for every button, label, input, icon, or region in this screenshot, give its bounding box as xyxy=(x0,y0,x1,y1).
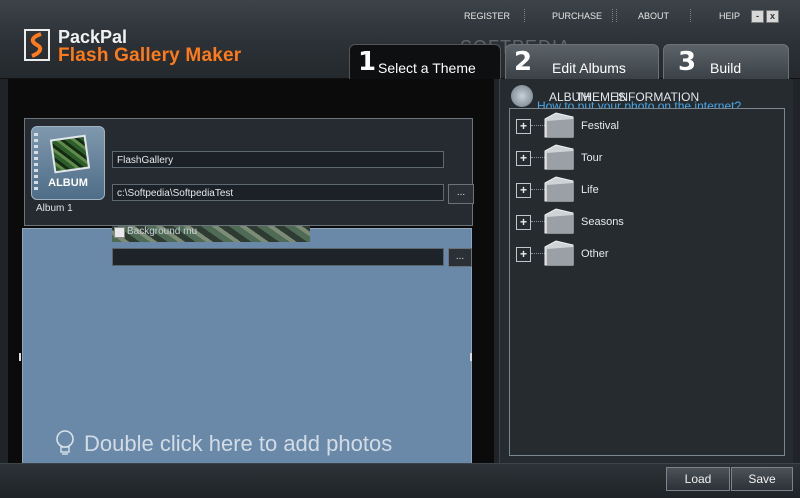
menu-separator xyxy=(524,9,527,22)
menu-separator xyxy=(612,9,615,22)
menu-separator xyxy=(690,9,693,22)
album-cover[interactable]: ALBUM xyxy=(31,126,105,200)
music-browse-button[interactable]: ... xyxy=(448,248,472,267)
step-number: 2 xyxy=(514,47,533,77)
tab-label: Select a Theme xyxy=(378,60,476,76)
resize-handle-left[interactable] xyxy=(19,353,21,361)
tab-select-theme[interactable]: 1 Select a Theme xyxy=(349,44,501,79)
tab-build[interactable]: 3 Build xyxy=(663,44,789,79)
background-music-label: Background mu xyxy=(127,226,198,237)
packpal-logo-icon xyxy=(24,29,50,61)
folder-icon xyxy=(544,240,574,266)
info-icon xyxy=(511,85,533,107)
tree-connector xyxy=(531,125,545,126)
album-name: Album 1 xyxy=(36,203,73,214)
tree-connector xyxy=(531,253,545,254)
close-button[interactable]: x xyxy=(766,10,779,23)
theme-life[interactable]: + Life xyxy=(516,175,756,203)
expand-icon[interactable]: + xyxy=(516,119,531,134)
lightbulb-icon xyxy=(56,430,74,455)
help-link[interactable]: HEIP xyxy=(719,11,740,21)
theme-label: Festival xyxy=(581,120,619,132)
tab-label: Edit Albums xyxy=(552,60,626,76)
theme-label: Seasons xyxy=(581,216,624,228)
expand-icon[interactable]: + xyxy=(516,215,531,230)
expand-icon[interactable]: + xyxy=(516,151,531,166)
gallery-name-input[interactable]: FlashGallery xyxy=(112,151,444,168)
register-link[interactable]: REGISTER xyxy=(464,11,510,21)
theme-festival[interactable]: + Festival xyxy=(516,111,756,139)
tree-connector xyxy=(531,221,545,222)
about-link[interactable]: ABOUT xyxy=(638,11,669,21)
album-tile-label: ALBUM xyxy=(48,177,88,189)
output-path-input[interactable]: c:\Softpedia\SoftpediaTest xyxy=(112,184,444,201)
theme-label: Other xyxy=(581,248,609,260)
folder-icon xyxy=(544,176,574,202)
theme-tour[interactable]: + Tour xyxy=(516,143,756,171)
background-music-input[interactable] xyxy=(112,248,444,266)
theme-seasons[interactable]: + Seasons xyxy=(516,207,756,235)
purchase-link[interactable]: PURCHASE xyxy=(552,11,602,21)
resize-handle-right[interactable] xyxy=(470,353,472,361)
add-photos-hint: Double click here to add photos xyxy=(84,431,393,456)
theme-label: Tour xyxy=(581,152,603,164)
save-button[interactable]: Save xyxy=(731,467,793,491)
expand-icon[interactable]: + xyxy=(516,247,531,262)
folder-icon xyxy=(544,112,574,138)
folder-icon xyxy=(544,144,574,170)
product-name: Flash Gallery Maker xyxy=(58,45,242,66)
album-thumbnail xyxy=(49,134,91,174)
minimize-button[interactable]: - xyxy=(751,10,764,23)
app-window: PackPal Flash Gallery Maker SOFTPEDIA RE… xyxy=(0,0,800,498)
theme-other[interactable]: + Other xyxy=(516,239,756,267)
tree-connector xyxy=(531,189,545,190)
tab-edit-albums[interactable]: 2 Edit Albums xyxy=(505,44,659,79)
folder-icon xyxy=(544,208,574,234)
step-number: 1 xyxy=(358,47,377,77)
expand-icon[interactable]: + xyxy=(516,183,531,198)
step-number: 3 xyxy=(678,47,697,77)
tab-label: Build xyxy=(710,60,742,76)
menu-separator xyxy=(616,9,619,22)
background-music-checkbox[interactable] xyxy=(114,227,125,238)
tree-connector xyxy=(531,157,545,158)
load-button[interactable]: Load xyxy=(666,467,730,491)
theme-label: Life xyxy=(581,184,599,196)
path-browse-button[interactable]: ... xyxy=(448,184,474,204)
